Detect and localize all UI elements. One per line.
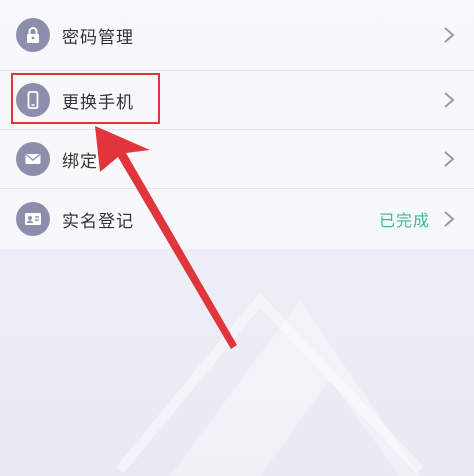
- chevron-right-icon: [444, 27, 455, 43]
- settings-item-label: 实名登记: [62, 211, 134, 232]
- status-label: 已完成: [378, 211, 430, 230]
- settings-item-real-name[interactable]: 实名登记 已完成: [0, 189, 474, 249]
- settings-item-password[interactable]: 密码管理: [0, 0, 474, 71]
- settings-item-change-phone[interactable]: 更换手机: [0, 71, 474, 130]
- lock-icon: [16, 18, 50, 52]
- settings-list: 密码管理 更换手机 绑定 实名登记 已完成: [0, 0, 474, 249]
- settings-item-label: 绑定: [62, 151, 98, 172]
- settings-item-label: 密码管理: [62, 27, 134, 48]
- phone-icon: [16, 83, 50, 117]
- id-card-icon: [16, 202, 50, 236]
- chevron-right-icon: [444, 92, 455, 108]
- envelope-icon: [16, 142, 50, 176]
- chevron-right-icon: [444, 211, 455, 227]
- settings-item-bind-email[interactable]: 绑定: [0, 130, 474, 189]
- settings-item-label: 更换手机: [62, 92, 134, 113]
- chevron-right-icon: [444, 151, 455, 167]
